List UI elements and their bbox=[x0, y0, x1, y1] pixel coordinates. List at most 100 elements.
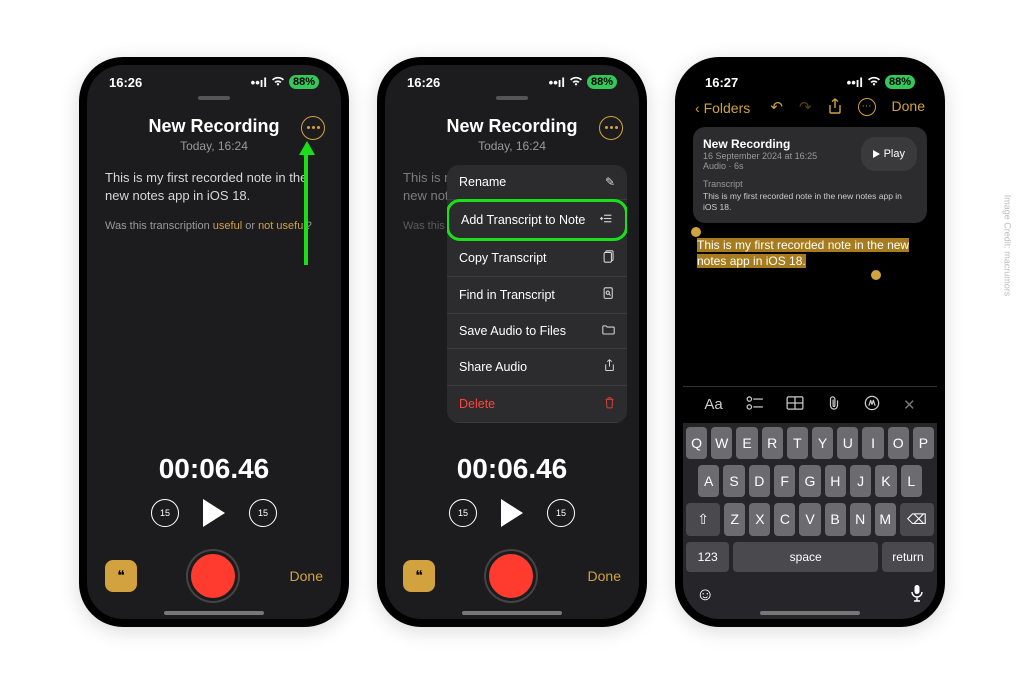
menu-add-transcript[interactable]: Add Transcript to Note bbox=[447, 199, 627, 241]
controls: 15 15 bbox=[385, 499, 639, 527]
controls: 15 15 bbox=[87, 499, 341, 527]
key-p[interactable]: P bbox=[913, 427, 934, 459]
more-button[interactable]: ⋯ bbox=[858, 98, 876, 116]
menu-delete[interactable]: Delete bbox=[447, 386, 627, 423]
key-u[interactable]: U bbox=[837, 427, 858, 459]
status-bar: 16:26 ••ıl 88% bbox=[87, 65, 341, 90]
key-i[interactable]: I bbox=[862, 427, 883, 459]
status-right: ••ıl 88% bbox=[549, 75, 617, 90]
checklist-button[interactable] bbox=[746, 396, 764, 414]
status-right: ••ıl 88% bbox=[251, 75, 319, 90]
note-toolbar: ‹ Folders ↶ ↷ ⋯ Done bbox=[683, 90, 937, 119]
card-sub: 16 September 2024 at 16:25 bbox=[703, 151, 817, 161]
done-button[interactable]: Done bbox=[290, 568, 323, 584]
context-menu: Rename✎ Add Transcript to Note Copy Tran… bbox=[447, 165, 627, 423]
not-useful-link[interactable]: not useful bbox=[258, 220, 306, 232]
rewind-15-button[interactable]: 15 bbox=[151, 499, 179, 527]
card-duration: Audio · 6s bbox=[703, 161, 817, 171]
transcript-button[interactable]: ❝ bbox=[105, 560, 137, 592]
key-z[interactable]: Z bbox=[724, 503, 745, 536]
wifi-icon bbox=[867, 75, 881, 90]
play-button[interactable] bbox=[501, 499, 523, 527]
key-g[interactable]: G bbox=[799, 465, 820, 497]
key-l[interactable]: L bbox=[901, 465, 922, 497]
emoji-button[interactable]: ☺ bbox=[696, 584, 714, 607]
recording-subtitle: Today, 16:24 bbox=[87, 139, 341, 153]
folder-icon bbox=[602, 324, 615, 338]
rewind-15-button[interactable]: 15 bbox=[449, 499, 477, 527]
screen-1: 16:26 ••ıl 88% New Recording Today, 16:2… bbox=[87, 65, 341, 619]
record-button[interactable] bbox=[188, 551, 238, 601]
key-w[interactable]: W bbox=[711, 427, 732, 459]
key-c[interactable]: C bbox=[774, 503, 795, 536]
back-button[interactable]: ‹ Folders bbox=[695, 100, 750, 116]
delete-key[interactable]: ⌫ bbox=[900, 503, 934, 536]
key-o[interactable]: O bbox=[888, 427, 909, 459]
status-right: ••ıl 88% bbox=[847, 75, 915, 90]
signal-icon: ••ıl bbox=[251, 75, 267, 90]
menu-copy[interactable]: Copy Transcript bbox=[447, 240, 627, 277]
key-h[interactable]: H bbox=[825, 465, 846, 497]
useful-link[interactable]: useful bbox=[213, 220, 242, 232]
play-button[interactable] bbox=[203, 499, 225, 527]
key-b[interactable]: B bbox=[825, 503, 846, 536]
key-j[interactable]: J bbox=[850, 465, 871, 497]
forward-15-button[interactable]: 15 bbox=[249, 499, 277, 527]
undo-button[interactable]: ↶ bbox=[770, 98, 783, 119]
key-f[interactable]: F bbox=[774, 465, 795, 497]
transcript-button[interactable]: ❝ bbox=[403, 560, 435, 592]
menu-share[interactable]: Share Audio bbox=[447, 349, 627, 386]
forward-15-button[interactable]: 15 bbox=[547, 499, 575, 527]
key-v[interactable]: V bbox=[799, 503, 820, 536]
more-button[interactable] bbox=[599, 116, 623, 140]
menu-find[interactable]: Find in Transcript bbox=[447, 277, 627, 314]
wifi-icon bbox=[271, 75, 285, 90]
record-button[interactable] bbox=[486, 551, 536, 601]
key-s[interactable]: S bbox=[723, 465, 744, 497]
selected-text[interactable]: This is my first recorded note in the ne… bbox=[697, 238, 909, 269]
screen-2: 16:26 ••ıl 88% New Recording Today, 16:2… bbox=[385, 65, 639, 619]
key-t[interactable]: T bbox=[787, 427, 808, 459]
key-n[interactable]: N bbox=[850, 503, 871, 536]
selection-handle-start[interactable] bbox=[691, 227, 701, 237]
table-button[interactable] bbox=[786, 396, 804, 414]
card-title: New Recording bbox=[703, 137, 817, 151]
home-indicator[interactable] bbox=[164, 611, 264, 615]
recording-card[interactable]: New Recording 16 September 2024 at 16:25… bbox=[693, 127, 927, 223]
share-button[interactable] bbox=[828, 98, 842, 119]
home-indicator[interactable] bbox=[760, 611, 860, 615]
note-body[interactable]: This is my first recorded note in the ne… bbox=[683, 231, 937, 277]
card-play-button[interactable]: Play bbox=[861, 137, 917, 171]
redo-button[interactable]: ↷ bbox=[799, 98, 812, 119]
key-k[interactable]: K bbox=[875, 465, 896, 497]
timer: 00:06.46 bbox=[385, 453, 639, 485]
num-key[interactable]: 123 bbox=[686, 542, 729, 572]
key-d[interactable]: D bbox=[749, 465, 770, 497]
return-key[interactable]: return bbox=[882, 542, 934, 572]
key-r[interactable]: R bbox=[762, 427, 783, 459]
attachment-button[interactable] bbox=[827, 395, 841, 415]
share-icon bbox=[604, 359, 615, 375]
dictation-button[interactable] bbox=[910, 584, 924, 607]
markup-button[interactable] bbox=[864, 395, 880, 415]
more-button[interactable] bbox=[301, 116, 325, 140]
text-format-button[interactable]: Aa bbox=[704, 396, 722, 413]
home-indicator[interactable] bbox=[462, 611, 562, 615]
pencil-icon: ✎ bbox=[605, 175, 615, 189]
key-y[interactable]: Y bbox=[812, 427, 833, 459]
done-button[interactable]: Done bbox=[892, 98, 925, 119]
key-e[interactable]: E bbox=[736, 427, 757, 459]
close-format-button[interactable]: ✕ bbox=[903, 396, 916, 414]
phone-2: 16:26 ••ıl 88% New Recording Today, 16:2… bbox=[377, 57, 647, 627]
key-m[interactable]: M bbox=[875, 503, 896, 536]
key-q[interactable]: Q bbox=[686, 427, 707, 459]
transcript-body: This is my first recorded note in the ne… bbox=[87, 157, 341, 453]
key-x[interactable]: X bbox=[749, 503, 770, 536]
space-key[interactable]: space bbox=[733, 542, 878, 572]
key-a[interactable]: A bbox=[698, 465, 719, 497]
menu-save[interactable]: Save Audio to Files bbox=[447, 314, 627, 349]
status-bar: 16:26 ••ıl 88% bbox=[385, 65, 639, 90]
menu-rename[interactable]: Rename✎ bbox=[447, 165, 627, 200]
shift-key[interactable]: ⇧ bbox=[686, 503, 720, 536]
done-button[interactable]: Done bbox=[588, 568, 621, 584]
